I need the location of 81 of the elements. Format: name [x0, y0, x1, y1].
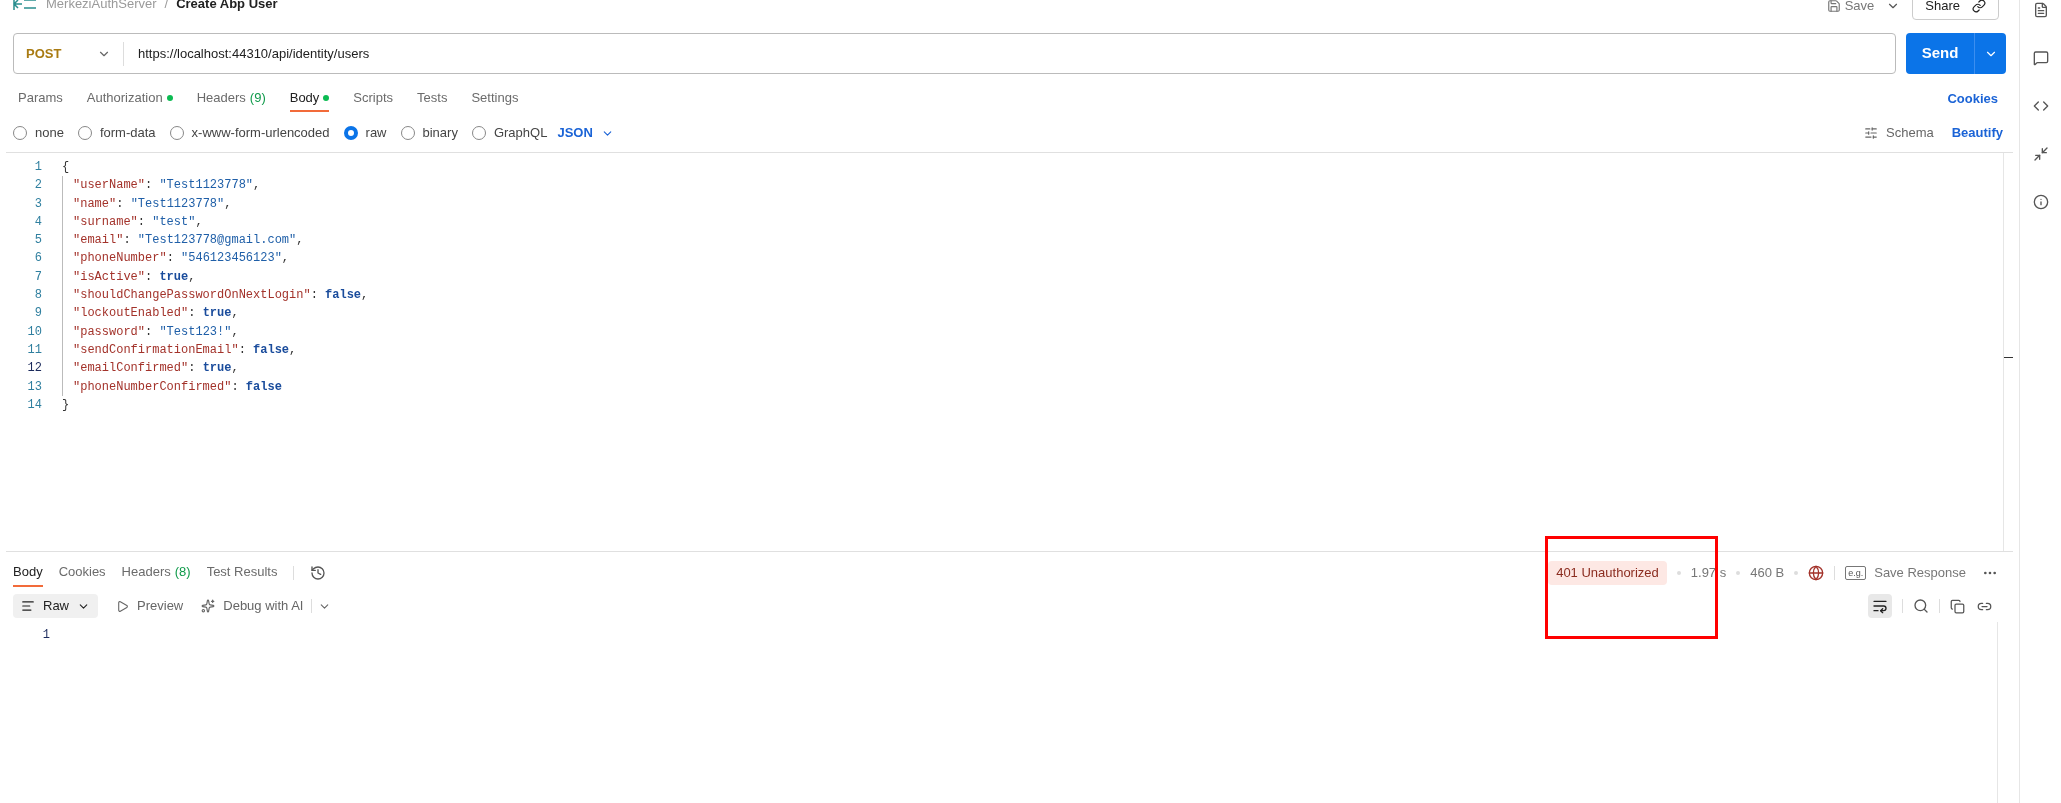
line-number: 12: [26, 360, 42, 378]
wrap-button[interactable]: [1868, 594, 1892, 618]
code-line: "password": "Test123!",: [73, 324, 239, 339]
code-line: "lockoutEnabled": true,: [73, 306, 239, 321]
document-icon[interactable]: [2032, 2, 2049, 18]
code-line: }: [62, 397, 70, 412]
line-number: 1: [33, 159, 42, 176]
play-icon: [116, 599, 129, 613]
schema-button[interactable]: Schema: [1864, 123, 1934, 143]
body-type-radio[interactable]: none: [13, 123, 64, 143]
response-time: 1.97 s: [1690, 564, 1727, 583]
method-select[interactable]: POST: [26, 43, 62, 64]
line-number: 5: [33, 232, 42, 250]
code-line: "isActive": true,: [73, 269, 196, 284]
body-type-radio[interactable]: raw: [343, 123, 387, 143]
line-number: 4: [33, 213, 42, 231]
line-number: 11: [26, 341, 42, 359]
preview-button[interactable]: Preview: [116, 596, 184, 616]
line-number: 14: [26, 396, 42, 414]
wrap-icon: [1872, 598, 1888, 614]
cookies-link[interactable]: Cookies: [1947, 89, 1998, 109]
line-number: 2: [33, 177, 42, 195]
response-size: 460 B: [1750, 564, 1785, 583]
request-tab[interactable]: Headers (9): [196, 86, 266, 112]
line-number: 1: [41, 627, 50, 644]
send-button[interactable]: Send: [1906, 33, 2006, 74]
beautify-button[interactable]: Beautify: [1951, 123, 2003, 143]
response-tab[interactable]: Test Results: [206, 559, 278, 587]
line-number: 8: [33, 287, 42, 305]
response-tab[interactable]: Cookies: [58, 559, 106, 587]
line-number: 9: [33, 305, 42, 323]
body-type-radio[interactable]: x-www-form-urlencoded: [169, 123, 330, 143]
code-line: "userName": "Test1123778",: [73, 178, 261, 193]
copy-icon[interactable]: [1950, 598, 1965, 614]
response-tab[interactable]: Headers (8): [121, 559, 191, 587]
url-bar[interactable]: POST https://localhost:44310/api/identity/users: [13, 33, 1896, 74]
history-icon[interactable]: [310, 565, 327, 581]
line-number: 6: [33, 250, 42, 268]
response-tab[interactable]: Body: [13, 559, 43, 587]
body-type-radio[interactable]: form-data: [77, 123, 156, 143]
sparkle-icon: [201, 599, 216, 613]
code-line: "phoneNumber": "546123456123",: [73, 251, 290, 266]
comment-icon[interactable]: [2032, 50, 2049, 66]
line-number: 10: [26, 323, 42, 341]
code-line: "email": "Test123778@gmail.com",: [73, 233, 304, 248]
request-tab[interactable]: Params: [18, 86, 63, 112]
code-line: "sendConfirmationEmail": false,: [73, 342, 297, 357]
sliders-icon: [1864, 126, 1878, 140]
code-line: "name": "Test1123778",: [73, 196, 232, 211]
line-number: 3: [33, 195, 42, 213]
format-select[interactable]: Raw: [13, 594, 98, 618]
code-line: "emailConfirmed": true,: [73, 361, 239, 376]
request-tab[interactable]: Scripts: [353, 86, 394, 112]
link-icon[interactable]: [1972, 0, 1986, 13]
save-button[interactable]: Save: [1826, 0, 1875, 16]
body-type-radio[interactable]: binary: [400, 123, 458, 143]
share-button[interactable]: Share: [1912, 0, 1999, 20]
text-icon: [21, 599, 35, 613]
code-line: "shouldChangePasswordOnNextLogin": false,: [73, 288, 369, 303]
line-number: 13: [26, 378, 42, 396]
save-icon: [1826, 0, 1841, 13]
body-type-radio[interactable]: GraphQL: [471, 123, 548, 143]
arrows-icon[interactable]: [2032, 146, 2049, 162]
request-tab[interactable]: Authorization: [86, 86, 173, 112]
line-number: 7: [33, 268, 42, 286]
language-select[interactable]: JSON: [557, 123, 614, 143]
search-icon[interactable]: [1913, 598, 1929, 614]
code-icon[interactable]: [2032, 98, 2049, 114]
code-line: "phoneNumberConfirmed": false: [73, 379, 282, 394]
save-response-button[interactable]: e.g. Save Response: [1845, 563, 1966, 583]
debug-ai-button[interactable]: Debug with AI: [201, 596, 304, 616]
code-line: {: [62, 160, 70, 174]
logo-icon: [12, 0, 38, 12]
request-tab[interactable]: Body: [289, 86, 330, 112]
status-badge: 401 Unauthorized: [1548, 561, 1667, 585]
request-tab[interactable]: Settings: [471, 86, 519, 112]
info-icon[interactable]: [2032, 194, 2049, 210]
url-field[interactable]: https://localhost:44310/api/identity/users: [138, 43, 370, 64]
globe-icon[interactable]: [1808, 565, 1825, 581]
request-tab[interactable]: Tests: [417, 86, 448, 112]
code-line: "surname": "test",: [73, 214, 203, 229]
